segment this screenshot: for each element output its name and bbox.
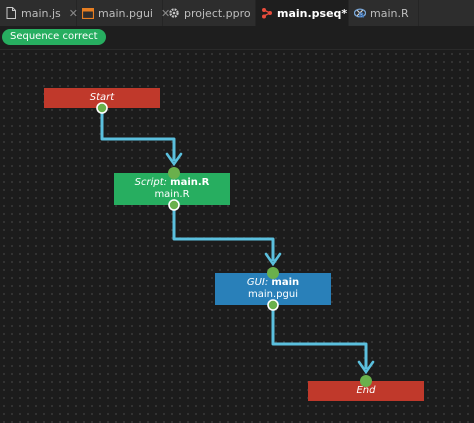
input-port-script[interactable] (168, 167, 180, 179)
input-port-gui[interactable] (267, 267, 279, 279)
port-layer (96, 102, 372, 387)
tab-main-pseq[interactable]: main.pseq* ✕ (256, 0, 364, 26)
gear-icon (168, 7, 180, 19)
tab-main-js[interactable]: main.js ✕ (0, 0, 78, 26)
app-window: main.js ✕ main.pgui ✕ project.ppro main.… (0, 0, 474, 423)
tab-label: main.pseq* (277, 6, 348, 20)
tab-label: main.R (370, 6, 409, 20)
sequence-canvas[interactable]: Start Script: main.R main.R GUI: main ma… (0, 50, 474, 423)
r-logo-icon: R (354, 7, 366, 19)
output-port-start[interactable] (96, 102, 108, 114)
window-icon (82, 7, 94, 19)
input-port-end[interactable] (360, 375, 372, 387)
tab-project-ppro[interactable]: project.ppro (163, 0, 256, 26)
tab-label: main.js (21, 6, 61, 20)
output-port-gui[interactable] (267, 299, 279, 311)
output-port-script[interactable] (168, 199, 180, 211)
sequence-status-bar: Sequence correct (0, 26, 474, 50)
tab-main-pgui[interactable]: main.pgui ✕ (77, 0, 170, 26)
document-icon (5, 7, 17, 19)
tab-label: project.ppro (184, 6, 251, 20)
svg-text:R: R (359, 10, 365, 18)
sequence-icon (261, 7, 273, 19)
editor-tab-bar: main.js ✕ main.pgui ✕ project.ppro main.… (0, 0, 474, 26)
status-badge: Sequence correct (2, 29, 106, 45)
tab-main-r[interactable]: R main.R (349, 0, 419, 26)
tab-label: main.pgui (98, 6, 153, 20)
